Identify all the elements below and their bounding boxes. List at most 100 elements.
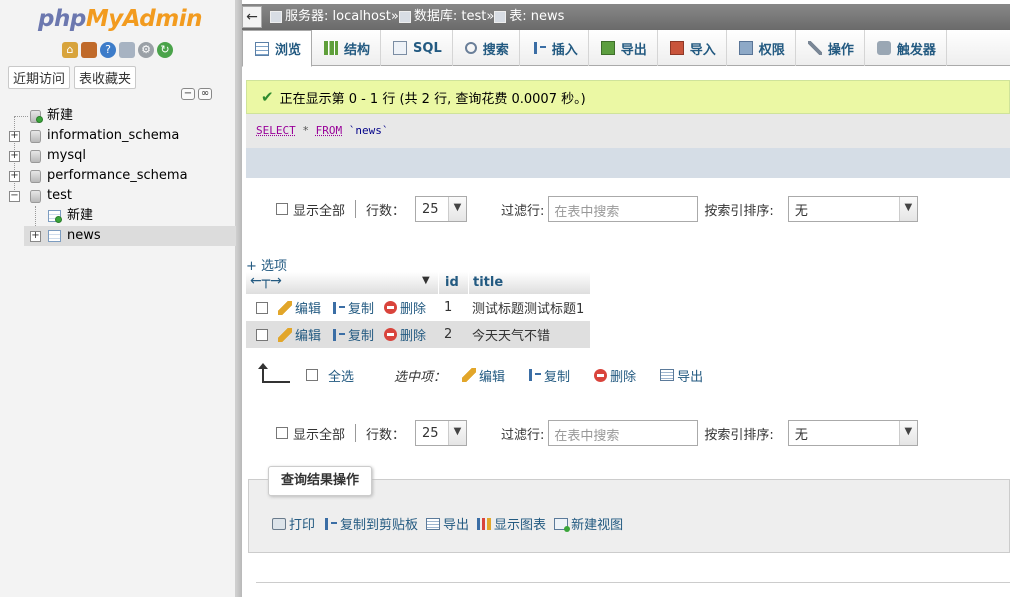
show-all-checkbox[interactable] bbox=[276, 427, 288, 439]
tree-item-test[interactable]: − test bbox=[0, 186, 236, 206]
delete-button[interactable]: 删除 bbox=[384, 298, 426, 317]
tab-label: SQL bbox=[413, 40, 442, 56]
filter-input[interactable]: 在表中搜索 bbox=[548, 196, 699, 222]
rows-select[interactable]: 25 ▼ bbox=[415, 196, 468, 222]
edit-button[interactable]: 编辑 bbox=[278, 298, 321, 317]
expand-icon[interactable]: + bbox=[9, 131, 20, 142]
tree-item-new[interactable]: 新建 bbox=[0, 106, 236, 126]
expand-icon[interactable]: + bbox=[9, 171, 20, 182]
collapse-icon[interactable]: − bbox=[9, 191, 20, 202]
collapse-all-icon[interactable]: − bbox=[181, 88, 195, 100]
tree-item-performance-schema[interactable]: + performance_schema bbox=[0, 166, 236, 186]
create-view-button[interactable]: 新建视图 bbox=[554, 514, 623, 533]
reload-icon[interactable]: ↻ bbox=[157, 42, 173, 58]
row-checkbox[interactable] bbox=[256, 301, 268, 314]
logo-text-php: php bbox=[38, 6, 86, 32]
nav-tabs: 近期访问 表收藏夹 bbox=[8, 66, 137, 89]
copy-button[interactable]: 复制 bbox=[331, 325, 374, 344]
help-icon[interactable]: ? bbox=[100, 42, 116, 58]
sql-icon bbox=[393, 41, 408, 55]
database-icon bbox=[30, 170, 41, 183]
show-all-checkbox[interactable] bbox=[276, 203, 288, 215]
recent-tab[interactable]: 近期访问 bbox=[8, 66, 71, 89]
print-button[interactable]: 打印 bbox=[272, 514, 315, 533]
cell-id[interactable]: 2 bbox=[438, 327, 468, 342]
settings-icon[interactable]: ⚙ bbox=[138, 42, 154, 58]
database-icon bbox=[30, 130, 41, 143]
breadcrumb-database[interactable]: 数据库: test bbox=[398, 4, 487, 30]
tab-structure[interactable]: 结构 bbox=[312, 30, 382, 66]
top-navigation-row: 显示全部 行数： 25 ▼ 过滤行: 在表中搜索 按索引排序: 无 ▼ bbox=[276, 194, 1010, 224]
sort-select[interactable]: 无 ▼ bbox=[787, 420, 918, 446]
row-actions: 编辑 复制 删除 bbox=[246, 325, 438, 344]
edit-button[interactable]: 编辑 bbox=[278, 325, 321, 344]
tree-item-information-schema[interactable]: + information_schema bbox=[0, 126, 236, 146]
tree-item-news[interactable]: + news bbox=[24, 226, 236, 246]
breadcrumb-server[interactable]: 服务器: localhost bbox=[270, 4, 391, 30]
sql-query[interactable]: SELECT * FROM `news` bbox=[246, 114, 1010, 148]
bulk-copy-button[interactable]: 复制 bbox=[527, 366, 570, 385]
filter-input[interactable]: 在表中搜索 bbox=[548, 420, 699, 446]
expand-icon[interactable]: + bbox=[9, 151, 20, 162]
edit-label: 编辑 bbox=[295, 329, 322, 344]
sort-select[interactable]: 无 ▼ bbox=[787, 196, 918, 222]
phpmyadmin-logo[interactable]: phpMyAdmin bbox=[38, 6, 202, 32]
search-icon bbox=[464, 42, 477, 54]
pencil-icon bbox=[278, 300, 292, 315]
tab-privileges[interactable]: 权限 bbox=[727, 30, 796, 66]
tab-operations[interactable]: 操作 bbox=[796, 30, 865, 66]
tab-label: 导入 bbox=[689, 42, 716, 58]
sort-dropdown-icon[interactable]: ▼ bbox=[422, 275, 430, 286]
home-icon[interactable]: ⌂ bbox=[62, 42, 78, 58]
bulk-delete-button[interactable]: 删除 bbox=[594, 366, 636, 385]
tab-search[interactable]: 搜索 bbox=[453, 30, 520, 66]
column-header-id[interactable]: id bbox=[438, 272, 468, 294]
bulk-edit-label: 编辑 bbox=[479, 369, 506, 385]
expand-icon[interactable]: + bbox=[30, 231, 41, 242]
check-all-checkbox[interactable] bbox=[306, 369, 318, 381]
database-icon[interactable] bbox=[81, 42, 97, 58]
show-all-label[interactable]: 显示全部 bbox=[293, 200, 345, 219]
bulk-edit-button[interactable]: 编辑 bbox=[462, 366, 505, 385]
sql-keyword[interactable]: FROM bbox=[316, 124, 343, 137]
filter-label: 过滤行: bbox=[501, 203, 545, 219]
tab-import[interactable]: 导入 bbox=[658, 30, 727, 66]
delete-button[interactable]: 删除 bbox=[384, 325, 426, 344]
show-all-label[interactable]: 显示全部 bbox=[293, 424, 345, 443]
copy-button[interactable]: 复制 bbox=[331, 298, 374, 317]
copy-to-clipboard-label: 复制到剪贴板 bbox=[340, 518, 419, 533]
show-chart-button[interactable]: 显示图表 bbox=[477, 514, 546, 533]
column-header-title[interactable]: title bbox=[468, 272, 590, 294]
bulk-export-button[interactable]: 导出 bbox=[660, 366, 703, 385]
copy-to-clipboard-button[interactable]: 复制到剪贴板 bbox=[323, 514, 418, 533]
database-icon bbox=[398, 11, 411, 23]
breadcrumb-database-label: 数据库: test bbox=[413, 9, 487, 24]
link-icon[interactable]: ∞ bbox=[198, 88, 212, 100]
breadcrumb-table[interactable]: 表: news bbox=[494, 4, 564, 30]
check-all-label[interactable]: 全选 bbox=[328, 366, 354, 385]
export-button[interactable]: 导出 bbox=[426, 514, 469, 533]
cell-title[interactable]: 今天天气不错 bbox=[468, 325, 590, 344]
cell-id[interactable]: 1 bbox=[438, 300, 468, 315]
rows-select[interactable]: 25 ▼ bbox=[415, 420, 468, 446]
tree-item-mysql[interactable]: + mysql bbox=[0, 146, 236, 166]
tab-triggers[interactable]: 触发器 bbox=[865, 30, 947, 66]
docs-icon[interactable] bbox=[119, 42, 135, 58]
tab-export[interactable]: 导出 bbox=[589, 30, 658, 66]
tab-insert[interactable]: 插入 bbox=[520, 30, 589, 66]
tab-browse[interactable]: 浏览 bbox=[242, 30, 313, 67]
delete-icon bbox=[594, 368, 608, 382]
tab-sql[interactable]: SQL bbox=[381, 30, 453, 66]
cell-title[interactable]: 测试标题测试标题1 bbox=[468, 298, 590, 317]
new-icon bbox=[55, 216, 62, 223]
sql-keyword[interactable]: SELECT bbox=[256, 124, 296, 137]
row-checkbox[interactable] bbox=[256, 328, 268, 341]
favorites-tab[interactable]: 表收藏夹 bbox=[74, 66, 137, 89]
database-tree: 新建 + information_schema + mysql + perfor… bbox=[0, 106, 236, 246]
sort-select-value: 无 bbox=[794, 203, 808, 219]
query-ops-links: 打印 复制到剪贴板 导出 显示图表 新建视图 bbox=[272, 514, 623, 533]
tree-item-new-table[interactable]: 新建 bbox=[0, 206, 236, 226]
table-icon bbox=[48, 230, 61, 242]
back-button[interactable]: ← bbox=[242, 6, 262, 28]
column-resize-icon[interactable]: ←┬→ bbox=[250, 273, 282, 289]
